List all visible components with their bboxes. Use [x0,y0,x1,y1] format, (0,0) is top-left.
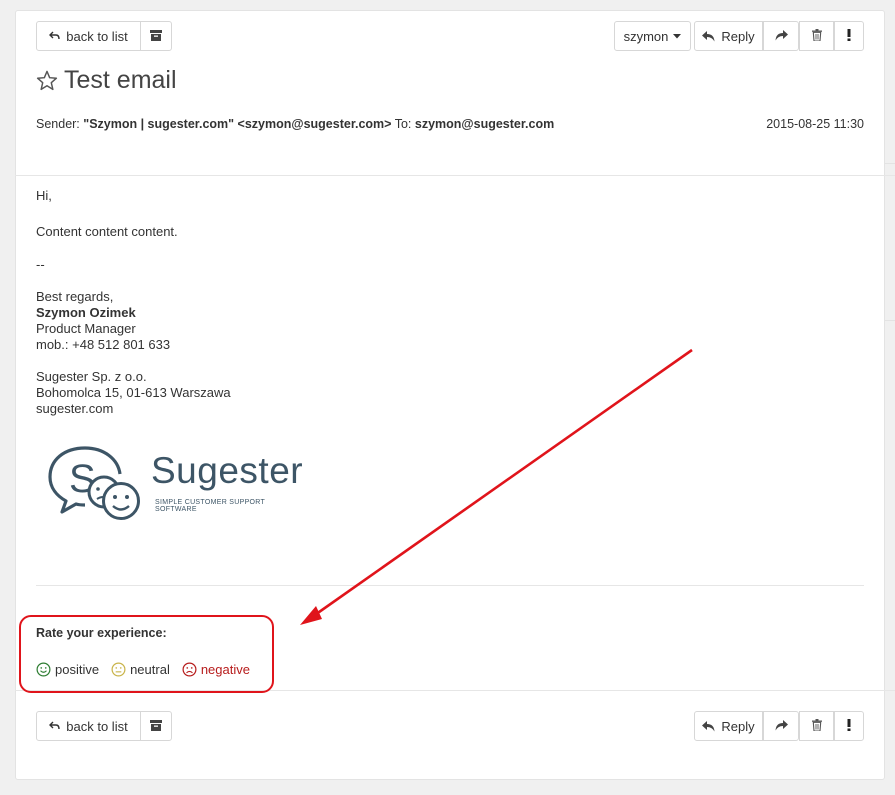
annotation-arrow [300,348,693,625]
